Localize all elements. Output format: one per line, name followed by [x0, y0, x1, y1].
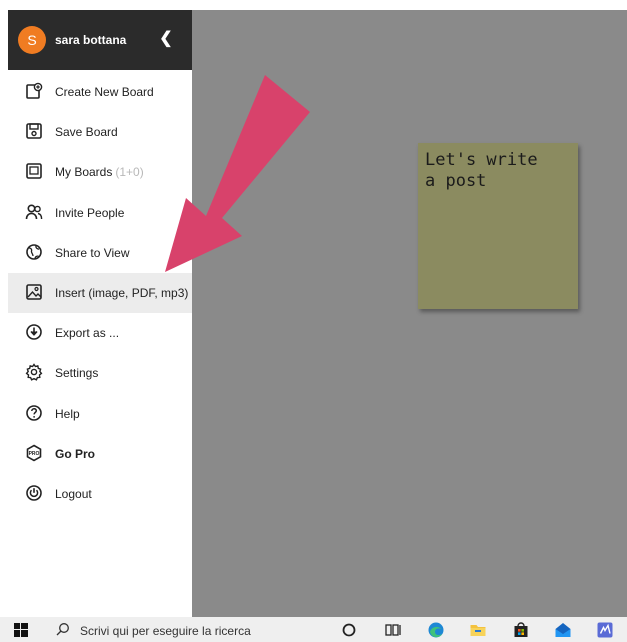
search-placeholder: Scrivi qui per eseguire la ricerca	[80, 624, 251, 638]
new-board-icon	[25, 82, 43, 100]
gear-icon	[25, 363, 43, 382]
search-icon	[56, 622, 70, 636]
task-view-icon[interactable]	[384, 621, 402, 639]
sticky-note[interactable]: Let's write a post	[418, 143, 578, 309]
menu-item-label: Insert (image, PDF, mp3)	[55, 285, 189, 300]
menu-item-label: Settings	[55, 366, 99, 381]
windows-start-icon[interactable]	[14, 623, 28, 637]
menu-item-label: Share to View	[55, 245, 130, 260]
collapse-sidebar-button[interactable]: ❮	[156, 28, 176, 50]
user-name: sara bottana	[55, 33, 127, 47]
mail-icon[interactable]	[554, 621, 572, 639]
save-icon	[25, 122, 43, 140]
download-icon	[25, 323, 43, 341]
user-header: S sara bottana ❮	[8, 10, 192, 70]
menu-item-label: Create New Board	[55, 85, 154, 99]
pro-icon: PRO	[25, 444, 43, 462]
taskbar-search[interactable]: Scrivi qui per eseguire la ricerca	[44, 617, 314, 642]
board-count: (1+0)	[115, 165, 144, 180]
menu-item-label: Export as ...	[55, 326, 120, 341]
people-icon	[25, 203, 43, 221]
avatar[interactable]: S	[18, 26, 46, 54]
svg-text:PRO: PRO	[29, 451, 40, 457]
menu-item-label: Invite People	[55, 205, 125, 220]
menu-item-label: Logout	[55, 486, 92, 501]
menu-item-logout[interactable]: Logout	[8, 474, 192, 514]
power-icon	[25, 484, 43, 502]
edge-icon[interactable]	[427, 621, 445, 639]
store-icon[interactable]	[512, 621, 530, 639]
sticky-note-text[interactable]: Let's write a post	[425, 150, 575, 192]
file-explorer-icon[interactable]	[469, 621, 487, 639]
cortana-icon[interactable]	[340, 621, 358, 639]
chevron-left-icon: ❮	[159, 30, 173, 47]
globe-icon	[25, 243, 43, 261]
menu-item-help[interactable]: Help	[8, 394, 192, 434]
annotation-arrow	[165, 75, 310, 272]
menu-item-settings[interactable]: Settings	[8, 353, 192, 393]
menu-item-export-as[interactable]: Export as ...	[8, 313, 192, 353]
image-icon	[25, 283, 43, 301]
taskbar: Scrivi qui per eseguire la ricerca	[0, 617, 627, 642]
help-icon	[25, 404, 43, 422]
menu-item-label: Go Pro	[55, 446, 96, 461]
menu-item-go-pro[interactable]: PRO Go Pro	[8, 434, 192, 474]
menu-item-label: Save Board	[55, 125, 118, 140]
menu-item-label: My Boards (1+0)	[55, 165, 144, 180]
menu-item-label: Help	[55, 406, 80, 421]
top-strip	[0, 0, 627, 10]
boards-icon	[25, 162, 43, 180]
whiteboard-icon[interactable]	[596, 621, 614, 639]
